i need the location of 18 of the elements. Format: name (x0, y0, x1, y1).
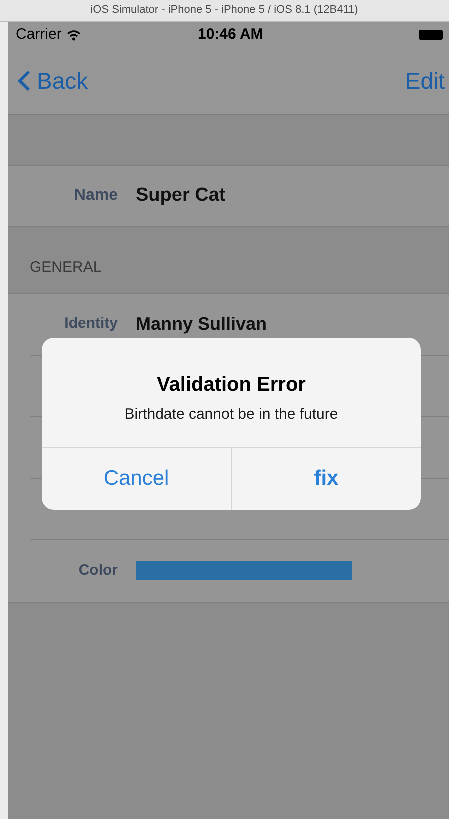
clock-time: 10:46 AM (198, 24, 264, 45)
field-label: Identity (64, 314, 118, 334)
back-button[interactable]: Back (18, 64, 88, 98)
alert-button[interactable]: fix (231, 448, 421, 510)
field-value: Manny Sullivan (136, 312, 268, 336)
carrier-label: Carrier (16, 24, 62, 45)
wifi-icon (66, 30, 81, 40)
chevron-left-icon (18, 70, 31, 92)
alert-message: Birthdate cannot be in the future (124, 405, 338, 425)
edit-button[interactable]: Edit (405, 64, 445, 98)
field-label: Name (73, 186, 118, 206)
section-header: GENERAL (30, 258, 102, 278)
window-title: iOS Simulator - iPhone 5 - iPhone 5 / iOS 8.1 (12B411) (90, 3, 358, 18)
field-label: Color (78, 560, 118, 580)
battery-icon (419, 30, 443, 40)
field-value: Super Cat (136, 184, 226, 208)
alert-button[interactable]: Cancel (42, 448, 231, 510)
alert-title: Validation Error (157, 373, 306, 398)
